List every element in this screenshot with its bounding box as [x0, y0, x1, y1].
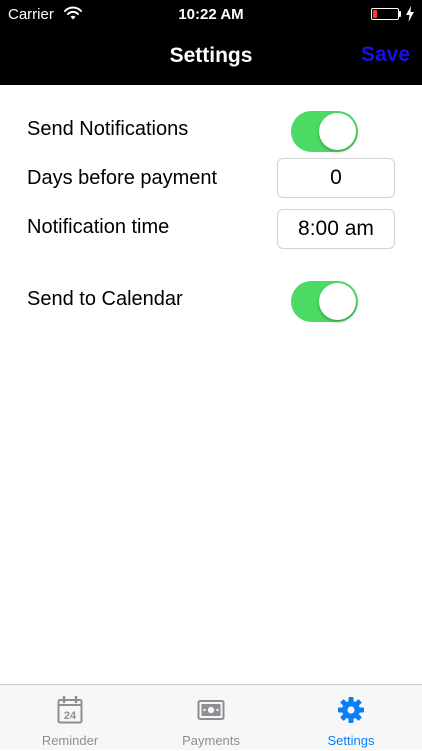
calendar-icon: 24: [57, 696, 83, 724]
tab-reminder[interactable]: 24 Reminder: [0, 685, 140, 751]
tab-bar: 24 Reminder Payments Settings: [0, 684, 422, 750]
notification-time-field[interactable]: 8:00 am: [277, 209, 395, 249]
notification-time-label: Notification time: [27, 216, 170, 238]
battery-icon: [371, 8, 399, 20]
send-to-calendar-label: Send to Calendar: [27, 288, 183, 310]
send-notifications-label: Send Notifications: [27, 118, 189, 140]
toggle-knob: [319, 113, 356, 150]
page-title: Settings: [169, 44, 253, 67]
tab-payments-label: Payments: [182, 733, 240, 748]
status-bar: Carrier 10:22 AM: [0, 0, 422, 30]
navigation-bar: Settings Save: [0, 30, 422, 85]
battery-nub: [399, 11, 401, 17]
calendar-icon-day: 24: [64, 710, 77, 722]
gear-icon: [338, 697, 364, 723]
days-before-payment-field[interactable]: 0: [277, 158, 395, 198]
tab-settings[interactable]: Settings: [281, 685, 421, 751]
tab-settings-label: Settings: [327, 733, 375, 748]
save-button[interactable]: Save: [361, 43, 410, 67]
days-before-payment-label: Days before payment: [27, 167, 218, 189]
banknote-icon: [197, 700, 225, 720]
tab-payments[interactable]: Payments: [141, 685, 281, 751]
status-time: 10:22 AM: [178, 6, 244, 23]
send-notifications-toggle[interactable]: [291, 111, 358, 152]
tab-reminder-label: Reminder: [41, 733, 99, 748]
send-to-calendar-toggle[interactable]: [291, 281, 358, 322]
charging-bolt-icon: [406, 6, 414, 22]
battery-level: [373, 10, 377, 18]
toggle-knob: [319, 283, 356, 320]
